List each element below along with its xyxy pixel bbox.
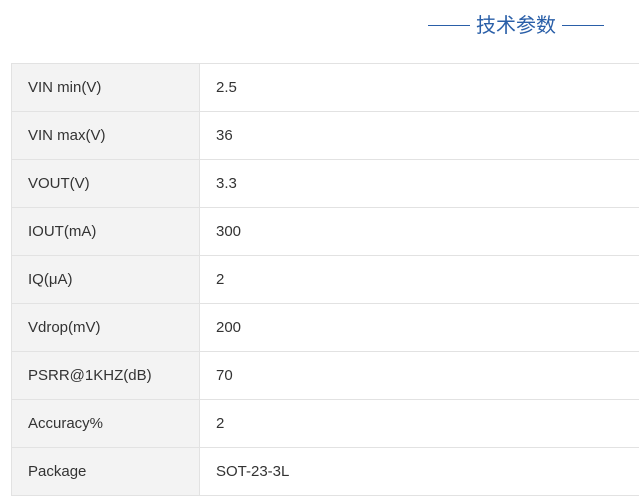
table-row: VOUT(V) 3.3 [11,159,639,208]
spec-label: PSRR@1KHZ(dB) [11,351,200,400]
spec-label: Accuracy% [11,399,200,448]
table-row: Package SOT-23-3L [11,447,639,496]
section-header: 技术参数 [0,10,639,40]
spec-label: Vdrop(mV) [11,303,200,352]
spec-label: IQ(μA) [11,255,200,304]
spec-value: 70 [199,351,639,400]
spec-label: VOUT(V) [11,159,200,208]
table-row: IOUT(mA) 300 [11,207,639,256]
spec-value: 2 [199,399,639,448]
table-row: PSRR@1KHZ(dB) 70 [11,351,639,400]
table-row: VIN max(V) 36 [11,111,639,160]
title-dash-right [562,25,604,26]
spec-table: VIN min(V) 2.5 VIN max(V) 36 VOUT(V) 3.3… [11,63,639,496]
spec-value: 200 [199,303,639,352]
spec-label: VIN min(V) [11,63,200,112]
spec-value: SOT-23-3L [199,447,639,496]
table-row: VIN min(V) 2.5 [11,63,639,112]
spec-label: IOUT(mA) [11,207,200,256]
spec-value: 3.3 [199,159,639,208]
section-title-text: 技术参数 [476,13,556,37]
spec-value: 300 [199,207,639,256]
spec-label: VIN max(V) [11,111,200,160]
spec-value: 36 [199,111,639,160]
title-dash-left [428,25,470,26]
table-row: Vdrop(mV) 200 [11,303,639,352]
spec-value: 2 [199,255,639,304]
spec-label: Package [11,447,200,496]
table-row: Accuracy% 2 [11,399,639,448]
table-row: IQ(μA) 2 [11,255,639,304]
section-title: 技术参数 [428,10,604,40]
spec-value: 2.5 [199,63,639,112]
spec-table-body: VIN min(V) 2.5 VIN max(V) 36 VOUT(V) 3.3… [11,63,639,496]
